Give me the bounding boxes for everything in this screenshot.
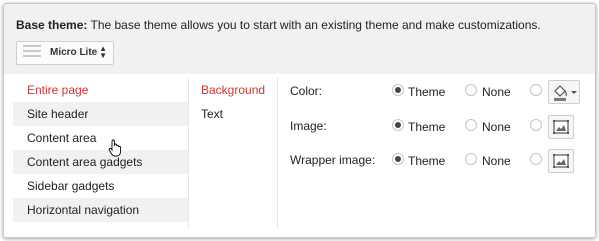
option-label-wrapper-image: Wrapper image:	[290, 153, 376, 167]
base-theme-panel: Base theme: The base theme allows you to…	[3, 3, 596, 238]
subnav-item-text[interactable]: Text	[193, 102, 277, 126]
nav-item-entire-page[interactable]: Entire page	[13, 78, 189, 102]
option-label-color: Color:	[290, 84, 323, 98]
hand-cursor-icon	[108, 139, 122, 157]
subnav-item-background[interactable]: Background	[193, 78, 277, 102]
base-theme-label: Base theme:	[16, 18, 88, 32]
base-theme-header: Base theme: The base theme allows you to…	[4, 4, 595, 74]
radio-label-none: None	[482, 85, 511, 99]
image-icon	[553, 120, 569, 134]
image-icon	[553, 154, 569, 168]
radio-label-theme: Theme	[408, 120, 446, 134]
option-row-image: Image: Theme None	[290, 115, 590, 139]
radio-image-theme[interactable]	[392, 119, 404, 131]
divider	[277, 78, 278, 228]
radio-wrapper-theme[interactable]	[392, 153, 404, 165]
radio-label-none: None	[482, 154, 511, 168]
color-picker-button[interactable]	[548, 80, 580, 104]
radio-image-custom[interactable]	[530, 119, 542, 131]
option-label-image: Image:	[290, 119, 327, 133]
property-nav: Background Text	[193, 78, 277, 228]
radio-wrapper-custom[interactable]	[530, 153, 542, 165]
divider	[188, 78, 189, 228]
radio-color-theme[interactable]	[392, 84, 404, 96]
theme-thumbnail-icon	[23, 45, 41, 61]
paint-bucket-icon	[554, 85, 577, 101]
radio-label-theme: Theme	[408, 85, 446, 99]
option-row-color: Color: Theme None	[290, 80, 590, 104]
radio-image-none[interactable]	[465, 119, 477, 131]
nav-item-horizontal-navigation[interactable]: Horizontal navigation	[13, 198, 189, 222]
nav-item-sidebar-gadgets[interactable]: Sidebar gadgets	[13, 174, 189, 198]
nav-item-content-area-gadgets[interactable]: Content area gadgets	[13, 150, 189, 174]
base-theme-select[interactable]: Micro Lite ▲ ▼	[16, 41, 114, 65]
wrapper-image-picker-button[interactable]	[548, 149, 574, 173]
base-theme-select-value: Micro Lite	[50, 47, 98, 58]
radio-label-theme: Theme	[408, 154, 446, 168]
image-picker-button[interactable]	[548, 115, 574, 139]
select-arrows-icon: ▲ ▼	[99, 44, 107, 60]
nav-item-content-area[interactable]: Content area	[13, 126, 189, 150]
radio-color-custom[interactable]	[530, 84, 542, 96]
element-nav: Entire page Site header Content area Con…	[13, 78, 189, 228]
radio-label-none: None	[482, 120, 511, 134]
option-row-wrapper-image: Wrapper image: Theme None	[290, 149, 590, 173]
radio-wrapper-none[interactable]	[465, 153, 477, 165]
nav-item-site-header[interactable]: Site header	[13, 102, 189, 126]
radio-color-none[interactable]	[465, 84, 477, 96]
base-theme-description: Base theme: The base theme allows you to…	[16, 18, 541, 32]
base-theme-description-text: The base theme allows you to start with …	[90, 18, 541, 32]
